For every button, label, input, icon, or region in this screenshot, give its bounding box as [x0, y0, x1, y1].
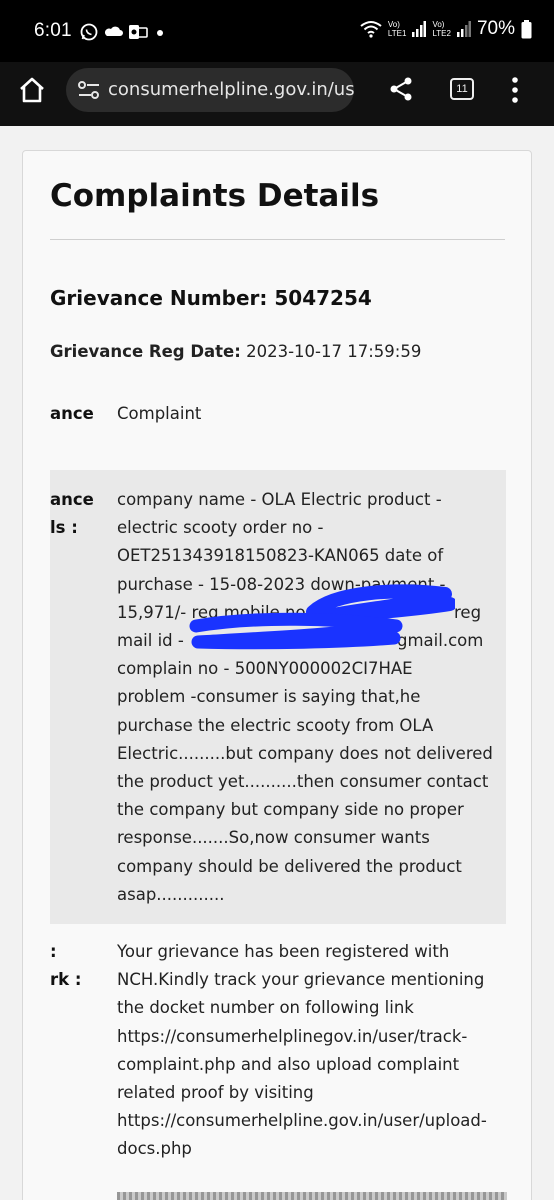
browser-toolbar: consumerhelpline.gov.in/us 11: [0, 62, 554, 126]
notification-dot-icon: [157, 30, 163, 36]
details-line: asap.............: [117, 884, 225, 904]
details-line: purchase the electric scooty from OLA: [117, 715, 434, 735]
outlook-icon: [129, 25, 148, 39]
remarks-value: Your grievance has been registered with …: [117, 938, 502, 1164]
remarks-line: complaint.php and also upload complaint: [117, 1054, 460, 1074]
share-icon[interactable]: [388, 76, 414, 102]
tab-switcher-button[interactable]: 11: [450, 78, 474, 100]
status-time: 6:01: [34, 20, 72, 41]
web-page: Complaints Details Grievance Number: 504…: [0, 126, 554, 1200]
lte2-indicator: Vo) LTE2: [432, 20, 451, 38]
url-text[interactable]: consumerhelpline.gov.in/us: [108, 79, 354, 100]
remarks-link-line[interactable]: https://consumerhelpline.gov.in/user/upl…: [117, 1107, 502, 1135]
reg-date-value: 2023-10-17 17:59:59: [246, 342, 422, 361]
remarks-line: related proof by visiting: [117, 1083, 314, 1103]
details-line: company should be delivered the product: [117, 856, 462, 876]
grievance-number: Grievance Number: 5047254: [50, 286, 372, 310]
redaction-scribble-email: [189, 612, 403, 650]
remarks-link-line[interactable]: docs.php: [117, 1135, 502, 1163]
details-label-line: ls :: [50, 518, 78, 537]
details-line-mail-text: mail id -: [117, 631, 184, 651]
lte2-bottom: LTE2: [432, 29, 451, 38]
site-settings-icon[interactable]: [78, 80, 100, 100]
battery-icon: [521, 19, 532, 38]
details-line: company name - OLA Electric product -: [117, 490, 442, 509]
details-line-gmail-fragment: gmail.com: [397, 631, 484, 651]
title-divider: [50, 239, 505, 240]
details-line-reg-fragment: reg: [454, 602, 482, 622]
remarks-label-line: rk :: [50, 970, 82, 989]
details-line: Electric.........but company does not de…: [117, 743, 493, 763]
lte1-indicator: Vo) LTE1: [388, 20, 407, 38]
grievance-type-value: Complaint: [117, 404, 202, 423]
details-line: electric scooty order no -: [117, 518, 324, 538]
grievance-details-label: ance ls :: [50, 486, 94, 542]
wifi-icon: [360, 21, 382, 38]
signal-1-icon: [412, 21, 427, 37]
remarks-link-line[interactable]: https://consumerhelplinegov.in/user/trac…: [117, 1023, 502, 1051]
lte1-bottom: LTE1: [387, 29, 407, 38]
whatsapp-icon: [80, 23, 98, 41]
remarks-line: the docket number on following link: [117, 998, 414, 1018]
remarks-line: NCH.Kindly track your grievance mentioni…: [117, 970, 485, 990]
url-bar[interactable]: consumerhelpline.gov.in/us: [66, 68, 354, 112]
remarks-line: Your grievance has been registered with: [117, 942, 450, 961]
reg-date-label: Grievance Reg Date:: [50, 342, 241, 361]
status-bar: 6:01 Vo) LTE1 Vo) LTE2 70%: [0, 0, 554, 62]
battery-percent: 70%: [476, 18, 515, 39]
lte2-top: Vo): [432, 20, 445, 29]
grievance-type-label: ance: [50, 404, 94, 423]
details-line: OET251343918150823-KAN065 date of: [117, 546, 444, 566]
details-line: complain no - 500NY000002CI7HAE: [117, 659, 413, 679]
remarks-label-line: :: [50, 942, 57, 961]
more-options-icon[interactable]: [510, 76, 520, 104]
cut-off-next-row: [117, 1192, 507, 1200]
weather-icon: [104, 26, 123, 36]
status-right-group: Vo) LTE1 Vo) LTE2 70%: [360, 18, 532, 40]
lte1-top: Vo): [387, 20, 400, 29]
grievance-details-value: company name - OLA Electric product - el…: [117, 486, 502, 909]
details-line: the product yet..........then consumer c…: [117, 772, 489, 792]
home-icon[interactable]: [18, 76, 46, 104]
details-label-line: ance: [50, 490, 94, 509]
remarks-label: : rk :: [50, 938, 81, 994]
details-line: the company but company side no proper: [117, 800, 464, 820]
signal-2-icon: [456, 21, 471, 37]
details-line: problem -consumer is saying that,he: [117, 687, 421, 707]
grievance-reg-date: Grievance Reg Date: 2023-10-17 17:59:59: [50, 342, 421, 361]
details-line: response.......So,now consumer wants: [117, 828, 430, 848]
page-title: Complaints Details: [50, 178, 380, 214]
